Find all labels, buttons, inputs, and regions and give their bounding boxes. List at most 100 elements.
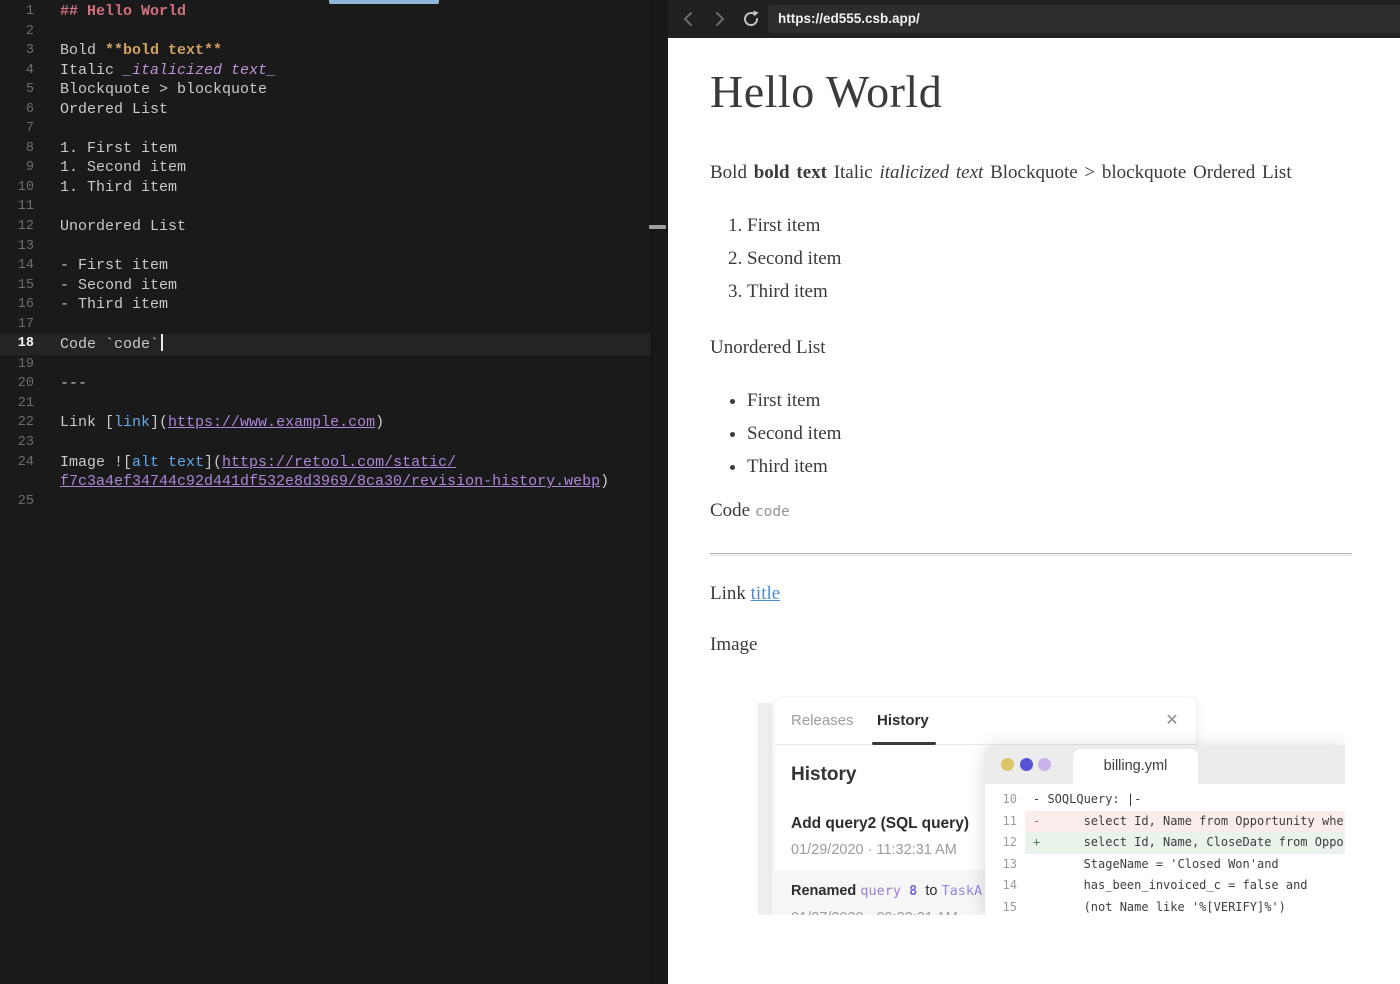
diff-marker: + [1033,835,1041,850]
browser-preview-panel: https://ed555.csb.app/ Hello World Bold … [668,0,1400,984]
editor-line[interactable]: 12 Unordered List [0,217,651,237]
editor-line[interactable]: 15 - Second item [0,276,651,296]
refresh-icon[interactable] [740,8,762,30]
line-content: - Second item [60,276,177,296]
page-title: Hello World [710,66,943,117]
editor-line[interactable]: 6 Ordered List [0,100,651,120]
bold-text: bold text [753,162,827,183]
code-editor[interactable]: 1 ## Hello World 2 3 Bold **bold text** 4 Ital… [0,0,668,984]
editor-line[interactable]: 24 Image ![alt text](https://retool.com/s… [0,453,651,492]
renamed-segment: 8 [909,883,926,899]
line-number: 21 [17,395,34,411]
close-icon: ✕ [1165,712,1179,729]
editor-line[interactable]: 23 [0,433,651,453]
syntax-boldmd: **bold text** [105,42,223,60]
title-link[interactable]: title [751,583,781,604]
editor-line[interactable]: 14 - First item [0,256,651,276]
screenshot-background [758,703,772,915]
syntax-plain: Blockquote > blockquote [60,81,268,99]
list-item: First item [747,388,1352,414]
diff-row: 15 (not Name like '%[VERIFY]%') [985,897,1345,915]
editor-line[interactable]: 4 Italic _italicized text_ [0,61,651,81]
line-content: - Third item [60,295,168,315]
history-entry-date: 01/29/2020 · 11:32:31 AM [791,842,957,858]
address-bar[interactable]: https://ed555.csb.app/ [768,5,1400,33]
file-tab: billing.yml [1073,749,1198,784]
line-number: 15 [17,277,34,293]
browser-toolbar: https://ed555.csb.app/ [668,0,1400,38]
syntax-plain: Unordered List [60,218,187,236]
line-number: 19 [17,356,34,372]
syntax-plain: Code `code` [60,336,160,354]
line-content: Code `code` [60,334,164,355]
editor-line[interactable]: 11 [0,197,651,217]
diff-code-area: 10 - SOQLQuery: |- 11 select Id, Name from… [985,784,1345,915]
line-content: 1. Second item [60,158,186,178]
syntax-plain: ]( [204,453,223,471]
line-number: 17 [17,316,34,332]
editor-scrollbar-track[interactable] [651,0,668,984]
diff-code-text: StageName = 'Closed Won'and [1033,856,1279,871]
line-content: --- [60,374,87,394]
editor-line[interactable]: 2 [0,22,651,42]
editor-line[interactable]: 18 Code `code` [0,334,651,355]
editor-line[interactable]: 8 1. First item [0,139,651,159]
editor-line[interactable]: 13 [0,237,651,257]
syntax-plain: - Second item [60,276,178,294]
editor-line[interactable]: 25 [0,492,651,512]
list-item: Second item [747,421,1352,447]
code-paragraph: Code code [710,498,1352,525]
editor-line[interactable]: 17 [0,315,651,335]
editor-scrollbar-marker[interactable] [649,225,666,229]
editor-line[interactable]: 20 --- [0,374,651,394]
editor-line[interactable]: 21 [0,394,651,414]
inline-code: code [754,504,790,520]
diff-window-titlebar: billing.yml [985,745,1345,784]
line-content: Blockquote > blockquote [60,80,267,100]
diff-line-number: 10 [1002,792,1017,806]
syntax-url: https://www.example.com [168,414,376,432]
italic-text: italicized text [879,162,984,183]
diff-marker: - [1033,813,1041,828]
line-content: Italic _italicized text_ [60,61,276,81]
editor-line[interactable]: 1 ## Hello World [0,2,651,22]
plain-text: Italic [826,162,880,183]
syntax-plain: Image ![ [60,453,133,471]
code-label: Code [710,500,751,521]
list-item: First item [747,213,1352,239]
tab-active-underline [872,742,936,745]
line-number: 11 [17,199,34,215]
syntax-plain: 1. First item [60,139,178,157]
diff-code-text: select Id, Name from Opportunity where [1033,813,1345,828]
line-number: 4 [25,62,34,78]
syntax-link: link [114,414,151,432]
diff-line-number: 15 [1002,899,1017,914]
diff-line-number: 12 [1002,835,1017,850]
diff-window: billing.yml 10 - SOQLQuery: |- 11 select I… [985,745,1345,915]
forward-icon[interactable] [708,8,730,30]
editor-line[interactable]: 19 [0,355,651,375]
diff-code-text: (not Name like '%[VERIFY]%') [1033,899,1286,914]
editor-line[interactable]: 10 1. Third item [0,178,651,198]
editor-line[interactable]: 5 Blockquote > blockquote [0,80,651,100]
diff-code-text: has_been_invoiced_c = false and [1033,878,1308,893]
line-content: - First item [60,256,168,276]
line-number: 7 [25,121,34,137]
editor-line[interactable]: 7 [0,119,651,139]
line-number: 16 [17,297,34,313]
plain-text: Bold [710,162,754,183]
diff-line-number: 14 [1002,878,1017,893]
syntax-plain: Bold [60,42,106,60]
editor-line[interactable]: 3 Bold **bold text** [0,41,651,61]
line-number: 5 [25,82,34,98]
tab-releases: Releases [791,712,854,729]
history-entry-title: Add query2 (SQL query) [791,815,969,832]
editor-line[interactable]: 22 Link [link](https://www.example.com) [0,413,651,433]
syntax-plain: 1. Second item [60,159,187,177]
back-icon[interactable] [678,8,700,30]
editor-line[interactable]: 16 - Third item [0,295,651,315]
line-content: ## Hello World [60,2,186,22]
editor-line[interactable]: 9 1. Second item [0,158,651,178]
diff-code-text: select Id, Name, CloseDate from Opportun… [1083,835,1345,850]
editor-text-area[interactable]: 1 ## Hello World 2 3 Bold **bold text** 4 Ital… [0,2,651,511]
